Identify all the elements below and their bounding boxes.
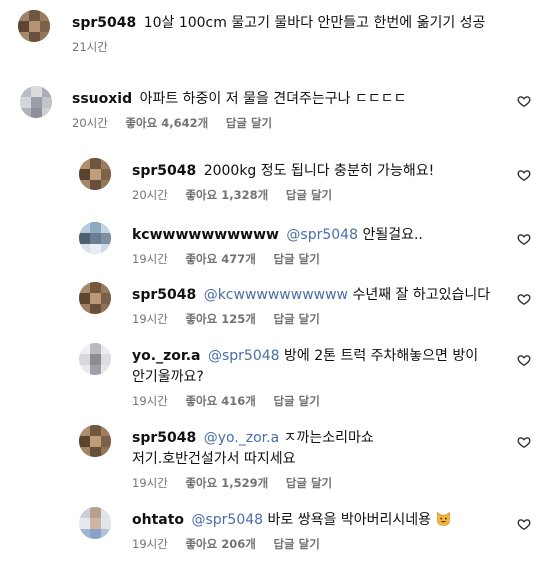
comment-likes[interactable]: 좋아요 477개 (185, 252, 255, 266)
avatar[interactable] (79, 507, 111, 539)
comment-text: 바로 쌍욕을 박아버리시네용 (267, 512, 431, 528)
mention-link[interactable]: @yo._zor.a (204, 430, 279, 446)
heart-icon[interactable] (517, 517, 531, 531)
comment-text: 10살 100cm 물고기 물바다 안만들고 한번에 옮기기 성공 (143, 15, 486, 31)
comment-time: 21시간 (72, 40, 108, 54)
heart-icon[interactable] (517, 353, 531, 367)
mention-link[interactable]: @spr5048 (208, 348, 280, 364)
mention-link[interactable]: @spr5048 (286, 227, 358, 243)
comment-username[interactable]: yo._zor.a (132, 348, 201, 364)
avatar[interactable] (79, 158, 111, 190)
avatar[interactable] (20, 86, 52, 118)
heart-icon[interactable] (517, 94, 531, 108)
comment-time: 19시간 (132, 252, 168, 266)
comment-text: 안될걸요.. (362, 227, 423, 243)
comment-time: 20시간 (72, 116, 108, 130)
reply-button[interactable]: 답글 달기 (273, 394, 319, 408)
heart-icon[interactable] (517, 168, 531, 182)
comment-time: 19시간 (132, 476, 168, 490)
comment-time: 20시간 (132, 188, 168, 202)
heart-icon[interactable] (517, 292, 531, 306)
comment-username[interactable]: spr5048 (72, 15, 136, 31)
comment-username[interactable]: spr5048 (132, 430, 196, 446)
avatar[interactable] (79, 222, 111, 254)
comment-username[interactable]: kcwwwwwwwwww (132, 227, 279, 243)
comment-likes[interactable]: 좋아요 1,529개 (185, 476, 268, 490)
reply-button[interactable]: 답글 달기 (226, 116, 272, 130)
reply-button[interactable]: 답글 달기 (286, 188, 332, 202)
comment-likes[interactable]: 좋아요 1,328개 (185, 188, 268, 202)
comment-text: 수년째 잘 하고있습니다 (352, 287, 491, 303)
comment-time: 19시간 (132, 537, 168, 551)
reply-button[interactable]: 답글 달기 (273, 537, 319, 551)
comment-username[interactable]: spr5048 (132, 287, 196, 303)
comment-time: 19시간 (132, 312, 168, 326)
comment-username[interactable]: ohtato (132, 512, 184, 528)
comment-text: 2000kg 정도 됩니다 충분히 가능해요! (203, 163, 435, 179)
heart-icon[interactable] (517, 232, 531, 246)
comment-text: 아파트 하중이 저 물을 견뎌주는구나 ㄷㄷㄷㄷ (139, 91, 407, 107)
avatar[interactable] (79, 425, 111, 457)
mention-link[interactable]: @kcwwwwwwwwww (204, 287, 348, 303)
reply-button[interactable]: 답글 달기 (286, 476, 332, 490)
comment-username[interactable]: ssuoxid (72, 91, 132, 107)
comment-time: 19시간 (132, 394, 168, 408)
grinning-cat-emoji-icon (437, 511, 451, 526)
comment-likes[interactable]: 좋아요 4,642개 (125, 116, 208, 130)
mention-link[interactable]: @spr5048 (192, 512, 264, 528)
avatar[interactable] (79, 343, 111, 375)
reply-button[interactable]: 답글 달기 (273, 312, 319, 326)
avatar[interactable] (18, 10, 50, 42)
avatar[interactable] (79, 282, 111, 314)
comment-likes[interactable]: 좋아요 416개 (185, 394, 255, 408)
comment-likes[interactable]: 좋아요 125개 (185, 312, 255, 326)
comment-username[interactable]: spr5048 (132, 163, 196, 179)
reply-button[interactable]: 답글 달기 (273, 252, 319, 266)
comment-likes[interactable]: 좋아요 206개 (185, 537, 255, 551)
heart-icon[interactable] (517, 435, 531, 449)
